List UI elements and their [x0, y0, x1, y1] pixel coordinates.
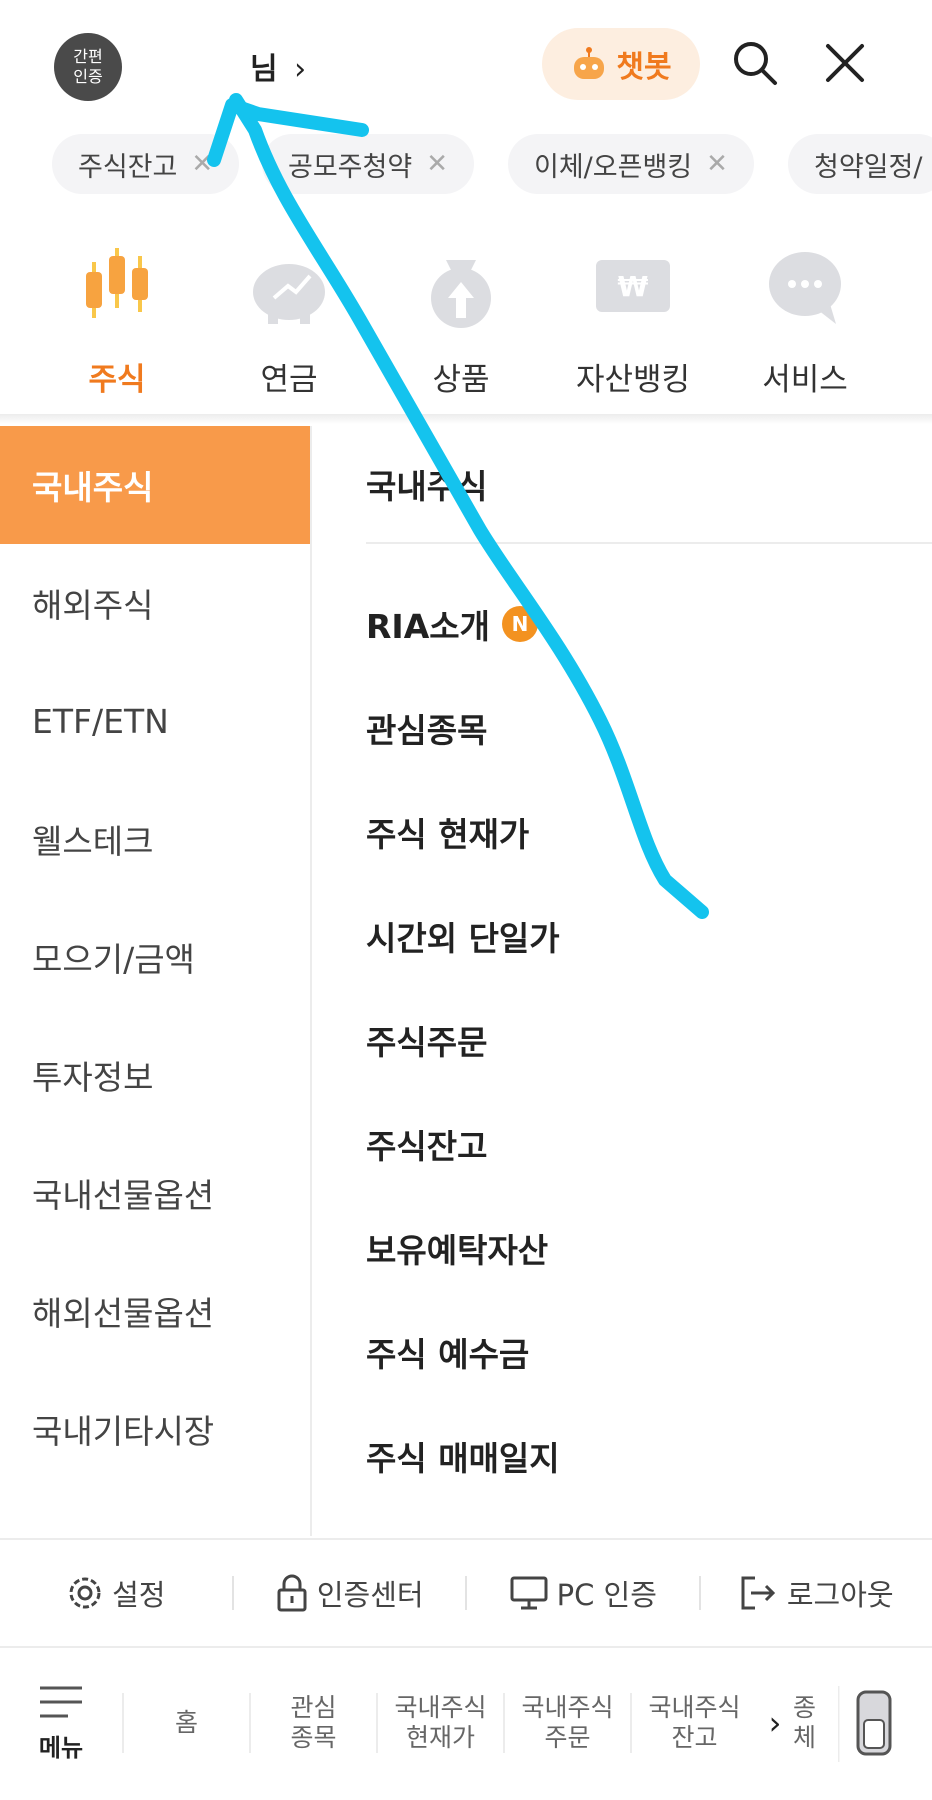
submenu-item-deposit-assets[interactable]: 보유예탁자산 — [366, 1196, 932, 1300]
chip-subscription-schedule[interactable]: 청약일정/ — [788, 134, 932, 194]
hamburger-icon — [40, 1686, 82, 1717]
simple-auth-label: 간편 인증 — [73, 47, 103, 86]
quick-link-balance[interactable]: 국내주식 잔고 — [632, 1693, 757, 1753]
chip-label: 공모주청약 — [288, 151, 413, 183]
submenu-item-after-hours[interactable]: 시간외 단일가 — [366, 884, 932, 988]
chip-label: 주식잔고 — [78, 151, 178, 183]
bottom-nav: 메뉴 홈 관심 종목 국내주식 현재가 국내주식 주문 국내주식 잔고 › 종 … — [0, 1646, 932, 1800]
monitor-icon — [510, 1576, 548, 1610]
left-item-etf-etn[interactable]: ETF/ETN — [0, 662, 310, 780]
phone-icon[interactable] — [838, 1686, 908, 1762]
user-name-label: 님 — [250, 52, 278, 87]
chip-ipo-subscription[interactable]: 공모주청약 ✕ — [262, 134, 474, 194]
candlestick-icon — [86, 248, 148, 318]
new-badge: N — [501, 606, 538, 642]
chip-stock-balance[interactable]: 주식잔고 ✕ — [52, 134, 240, 194]
chip-transfer-openbanking[interactable]: 이체/오픈뱅킹 ✕ — [508, 134, 754, 194]
left-item-domestic-futures[interactable]: 국내선물옵션 — [0, 1134, 310, 1252]
submenu-item-label: RIA소개 — [366, 607, 490, 646]
quick-link-order[interactable]: 국내주식 주문 — [505, 1693, 630, 1753]
submenu-item-cash-deposit[interactable]: 주식 예수금 — [366, 1300, 932, 1404]
recent-menu-chips: 주식잔고 ✕ 공모주청약 ✕ 이체/오픈뱅킹 ✕ 청약일정/ — [0, 130, 932, 200]
quick-link-home[interactable]: 홈 — [124, 1708, 249, 1738]
chat-bubble-icon — [769, 252, 841, 324]
search-icon[interactable] — [730, 38, 780, 88]
left-menu: 국내주식 해외주식 ETF/ETN 웰스테크 모으기/금액 투자정보 국내선물옵… — [0, 426, 312, 1536]
tab-label: 서비스 — [762, 362, 848, 398]
logout-label: 로그아웃 — [786, 1578, 894, 1612]
chatbot-button[interactable]: 챗봇 — [542, 28, 700, 100]
tab-stock[interactable]: 주식 — [42, 220, 192, 399]
left-item-saving-amount[interactable]: 모으기/금액 — [0, 898, 310, 1016]
submenu-item-ria[interactable]: RIA소개 N — [366, 572, 932, 676]
settings-label: 설정 — [112, 1578, 166, 1612]
settings-link[interactable]: 설정 — [0, 1572, 232, 1614]
money-bag-icon — [431, 260, 491, 328]
logout-icon — [741, 1576, 775, 1610]
chip-label: 이체/오픈뱅킹 — [534, 151, 693, 183]
svg-text:₩: ₩ — [618, 270, 649, 303]
tab-label: 연금 — [260, 362, 318, 398]
simple-auth-button[interactable]: 간편 인증 — [54, 33, 122, 101]
lock-icon — [277, 1574, 307, 1612]
close-icon[interactable]: ✕ — [191, 149, 213, 179]
close-icon[interactable]: ✕ — [426, 149, 448, 179]
quick-link-watchlist[interactable]: 관심 종목 — [251, 1693, 376, 1753]
close-icon[interactable]: ✕ — [706, 149, 728, 179]
quick-link-cut[interactable]: 종 체 — [793, 1693, 833, 1753]
auth-center-label: 인증센터 — [316, 1578, 424, 1612]
user-name-link[interactable]: 님 › — [250, 44, 306, 88]
left-item-overseas-futures[interactable]: 해외선물옵션 — [0, 1252, 310, 1370]
left-item-domestic-stock[interactable]: 국내주식 — [0, 426, 310, 544]
chip-label: 청약일정/ — [814, 151, 923, 183]
pc-auth-link[interactable]: PC 인증 — [467, 1572, 699, 1614]
auth-center-link[interactable]: 인증센터 — [234, 1572, 466, 1614]
left-item-wealthtech[interactable]: 웰스테크 — [0, 780, 310, 898]
tab-label: 상품 — [432, 362, 490, 398]
section-divider — [0, 414, 932, 424]
footer-links: 설정 인증센터 PC 인증 로그아웃 — [0, 1538, 932, 1648]
menu-button[interactable]: 메뉴 — [0, 1648, 122, 1798]
left-item-overseas-stock[interactable]: 해외주식 — [0, 544, 310, 662]
tab-label: 주식 — [88, 362, 146, 398]
robot-icon — [574, 47, 605, 79]
submenu-item-balance[interactable]: 주식잔고 — [366, 1092, 932, 1196]
quick-link-current-price[interactable]: 국내주식 현재가 — [378, 1693, 503, 1753]
pc-auth-label: PC 인증 — [556, 1578, 657, 1612]
tab-label: 자산뱅킹 — [575, 362, 691, 398]
submenu-item-order[interactable]: 주식주문 — [366, 988, 932, 1092]
submenu-list: RIA소개 N 관심종목 주식 현재가 시간외 단일가 주식주문 주식잔고 보유… — [366, 544, 932, 1508]
chevron-right-icon: › — [294, 52, 307, 87]
won-card-icon: ₩ — [596, 260, 670, 312]
logout-link[interactable]: 로그아웃 — [701, 1572, 932, 1614]
submenu-item-current-price[interactable]: 주식 현재가 — [366, 780, 932, 884]
chatbot-label: 챗봇 — [616, 50, 672, 85]
submenu-item-watchlist[interactable]: 관심종목 — [366, 676, 932, 780]
header: 간편 인증 님 › 챗봇 — [0, 0, 932, 130]
piggy-bank-icon — [253, 264, 325, 324]
submenu-title: 국내주식 — [366, 426, 932, 544]
submenu-panel: 국내주식 RIA소개 N 관심종목 주식 현재가 시간외 단일가 주식주문 주식… — [366, 426, 932, 1536]
tab-services[interactable]: 서비스 — [730, 220, 880, 399]
category-tabs: 주식 연금 상품 ₩ 자산뱅킹 서비스 — [0, 220, 932, 410]
chevron-right-icon[interactable]: › — [757, 1704, 793, 1742]
left-item-other-market[interactable]: 국내기타시장 — [0, 1370, 310, 1488]
menu-label: 메뉴 — [38, 1733, 84, 1762]
tab-pension[interactable]: 연금 — [214, 220, 364, 399]
tab-products[interactable]: 상품 — [386, 220, 536, 399]
close-icon[interactable] — [820, 38, 870, 88]
left-item-investment-info[interactable]: 투자정보 — [0, 1016, 310, 1134]
tab-asset-banking[interactable]: ₩ 자산뱅킹 — [558, 220, 708, 399]
gear-icon — [69, 1577, 101, 1609]
submenu-item-trade-journal[interactable]: 주식 매매일지 — [366, 1404, 932, 1508]
